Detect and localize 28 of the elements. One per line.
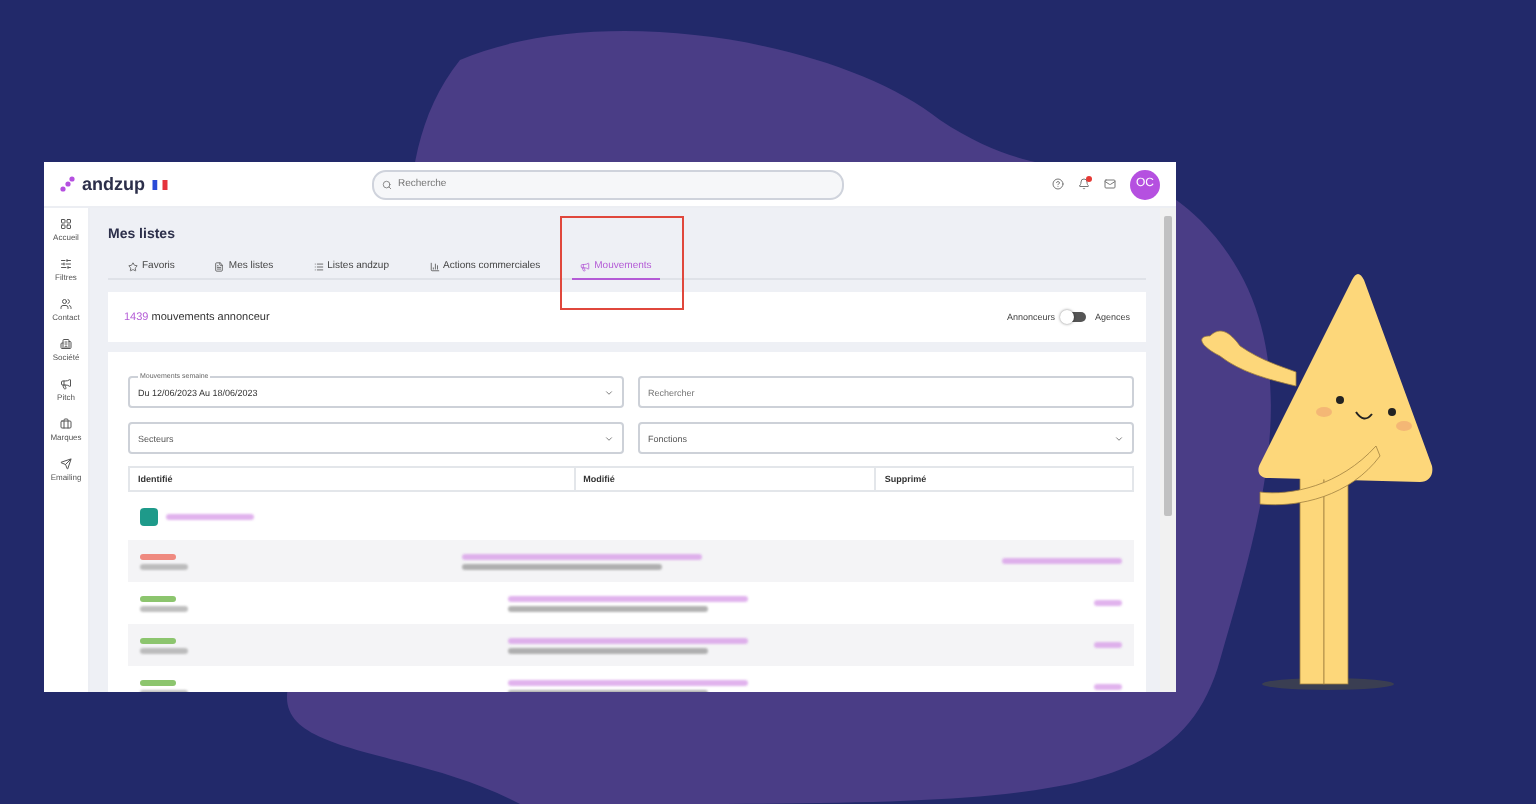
table-row[interactable]: [128, 624, 1134, 666]
brand-name: andzup: [82, 174, 145, 194]
document-icon: [214, 261, 225, 271]
people-icon: [59, 298, 72, 310]
company-logo: [140, 508, 158, 526]
search-icon: [382, 179, 392, 189]
table-row[interactable]: [128, 540, 1134, 582]
sliders-icon: [59, 258, 72, 270]
logo-icon: [60, 176, 76, 192]
grid-icon: [60, 218, 72, 230]
bar-chart-icon: [429, 261, 439, 271]
megaphone-icon: [60, 378, 72, 390]
chevron-down-icon: [1114, 433, 1124, 443]
star-icon: [128, 261, 138, 271]
paper-plane-icon: [60, 458, 72, 470]
help-icon[interactable]: [1052, 178, 1064, 190]
building-icon: [60, 338, 72, 350]
flag-icon: [151, 179, 167, 189]
chevron-down-icon: [604, 387, 614, 397]
megaphone-icon: [580, 261, 591, 271]
chevron-down-icon: [604, 433, 614, 443]
toggle-switch[interactable]: [1062, 312, 1087, 322]
mail-icon[interactable]: [1104, 178, 1116, 190]
blurred-text: [166, 514, 254, 520]
bell-icon[interactable]: [1078, 178, 1090, 190]
scrollbar[interactable]: [1160, 208, 1176, 692]
list-icon: [313, 261, 324, 271]
briefcase-icon: [60, 418, 72, 430]
